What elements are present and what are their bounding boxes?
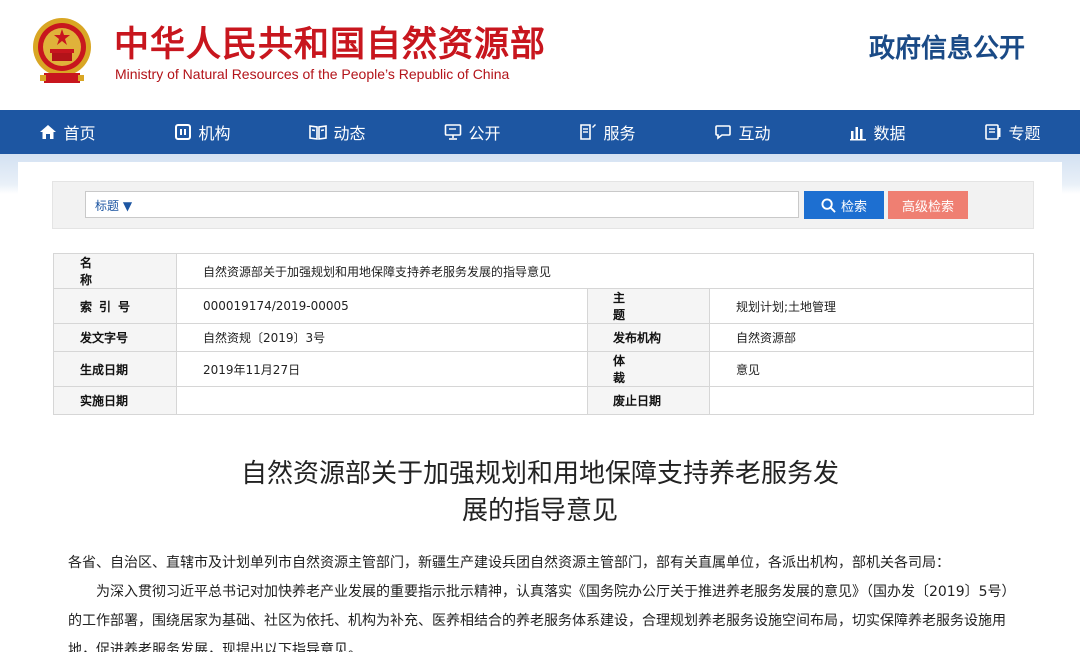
nav-item-topics[interactable]: 专题 <box>945 110 1080 154</box>
nav-item-data[interactable]: 数据 <box>810 110 945 154</box>
topic-value: 规划计划;土地管理 <box>709 288 1034 324</box>
chat-icon <box>714 123 732 141</box>
site-header: 中华人民共和国自然资源部 Ministry of Natural Resourc… <box>0 0 1080 110</box>
effective-date-value <box>176 386 588 415</box>
document-title: 自然资源部关于加强规划和用地保障支持养老服务发 展的指导意见 <box>160 456 920 530</box>
issuer-label: 发布机构 <box>587 323 710 352</box>
document-info-table: 名 称 自然资源部关于加强规划和用地保障支持养老服务发展的指导意见 索引号 00… <box>53 253 1034 415</box>
search-button[interactable]: 检索 <box>804 191 884 219</box>
effective-date-label: 实施日期 <box>53 386 177 415</box>
addressee-paragraph: 各省、自治区、直辖市及计划单列市自然资源主管部门，新疆生产建设兵团自然资源主管部… <box>68 555 950 571</box>
table-row: 索引号 000019174/2019-00005 主 题 规划计划;土地管理 <box>53 288 1034 324</box>
document-title-line: 自然资源部关于加强规划和用地保障支持养老服务发 <box>240 459 839 489</box>
topic-icon <box>984 123 1002 141</box>
national-emblem-icon[interactable] <box>30 15 94 87</box>
index-value: 000019174/2019-00005 <box>176 288 588 324</box>
site-title-english: Ministry of Natural Resources of the Peo… <box>115 66 510 82</box>
doc-number-label: 发文字号 <box>53 323 177 352</box>
disclosure-icon <box>444 123 462 141</box>
repeal-date-label: 废止日期 <box>587 386 710 415</box>
search-icon <box>821 197 836 213</box>
search-button-label: 检索 <box>840 199 867 215</box>
service-icon <box>579 123 597 141</box>
genre-label: 体 裁 <box>587 351 710 387</box>
nav-item-label: 服务 <box>603 124 636 143</box>
nav-item-disclosure[interactable]: 公开 <box>405 110 540 154</box>
nav-item-label: 互动 <box>738 124 771 143</box>
org-icon <box>174 123 192 141</box>
issuer-value: 自然资源部 <box>709 323 1034 352</box>
advanced-search-button[interactable]: 高级检索 <box>888 191 968 219</box>
name-label: 名 称 <box>53 253 177 289</box>
nav-item-label: 机构 <box>198 124 231 143</box>
repeal-date-value <box>709 386 1034 415</box>
search-field-select[interactable]: 标题 ▼ <box>95 197 132 214</box>
table-row: 发文字号 自然资规〔2019〕3号 发布机构 自然资源部 <box>53 323 1034 352</box>
main-nav: 首页 机构 动态 公开 服务 互动 数据 专题 <box>0 110 1080 154</box>
nav-item-label: 数据 <box>873 124 906 143</box>
index-label: 索引号 <box>53 288 177 324</box>
table-row: 名 称 自然资源部关于加强规划和用地保障支持养老服务发展的指导意见 <box>53 253 1034 289</box>
nav-item-home[interactable]: 首页 <box>0 110 135 154</box>
news-icon <box>309 123 328 141</box>
home-icon <box>39 123 57 141</box>
nav-item-label: 公开 <box>468 124 501 143</box>
nav-item-label: 动态 <box>333 124 366 143</box>
date-label: 生成日期 <box>53 351 177 387</box>
document-body: 各省、自治区、直辖市及计划单列市自然资源主管部门，新疆生产建设兵团自然资源主管部… <box>68 549 1018 652</box>
nav-item-label: 首页 <box>63 124 96 143</box>
genre-value: 意见 <box>709 351 1034 387</box>
date-value: 2019年11月27日 <box>176 351 588 387</box>
gov-info-disclosure-label[interactable]: 政府信息公开 <box>869 28 1025 65</box>
nav-item-service[interactable]: 服务 <box>540 110 675 154</box>
site-title[interactable]: 中华人民共和国自然资源部 <box>114 16 546 67</box>
chart-icon <box>849 123 867 141</box>
nav-item-news[interactable]: 动态 <box>270 110 405 154</box>
topic-label: 主 题 <box>587 288 710 324</box>
body-paragraph: 为深入贯彻习近平总书记对加快养老产业发展的重要指示批示精神，认真落实《国务院办公… <box>68 584 1016 652</box>
nav-item-org[interactable]: 机构 <box>135 110 270 154</box>
doc-number-value: 自然资规〔2019〕3号 <box>176 323 588 352</box>
document-title-line: 展的指导意见 <box>461 496 618 526</box>
nav-item-label: 专题 <box>1008 124 1041 143</box>
search-input[interactable] <box>85 191 799 218</box>
table-row: 生成日期 2019年11月27日 体 裁 意见 <box>53 351 1034 387</box>
name-value: 自然资源部关于加强规划和用地保障支持养老服务发展的指导意见 <box>176 253 1034 289</box>
nav-item-interaction[interactable]: 互动 <box>675 110 810 154</box>
table-row: 实施日期 废止日期 <box>53 386 1034 415</box>
